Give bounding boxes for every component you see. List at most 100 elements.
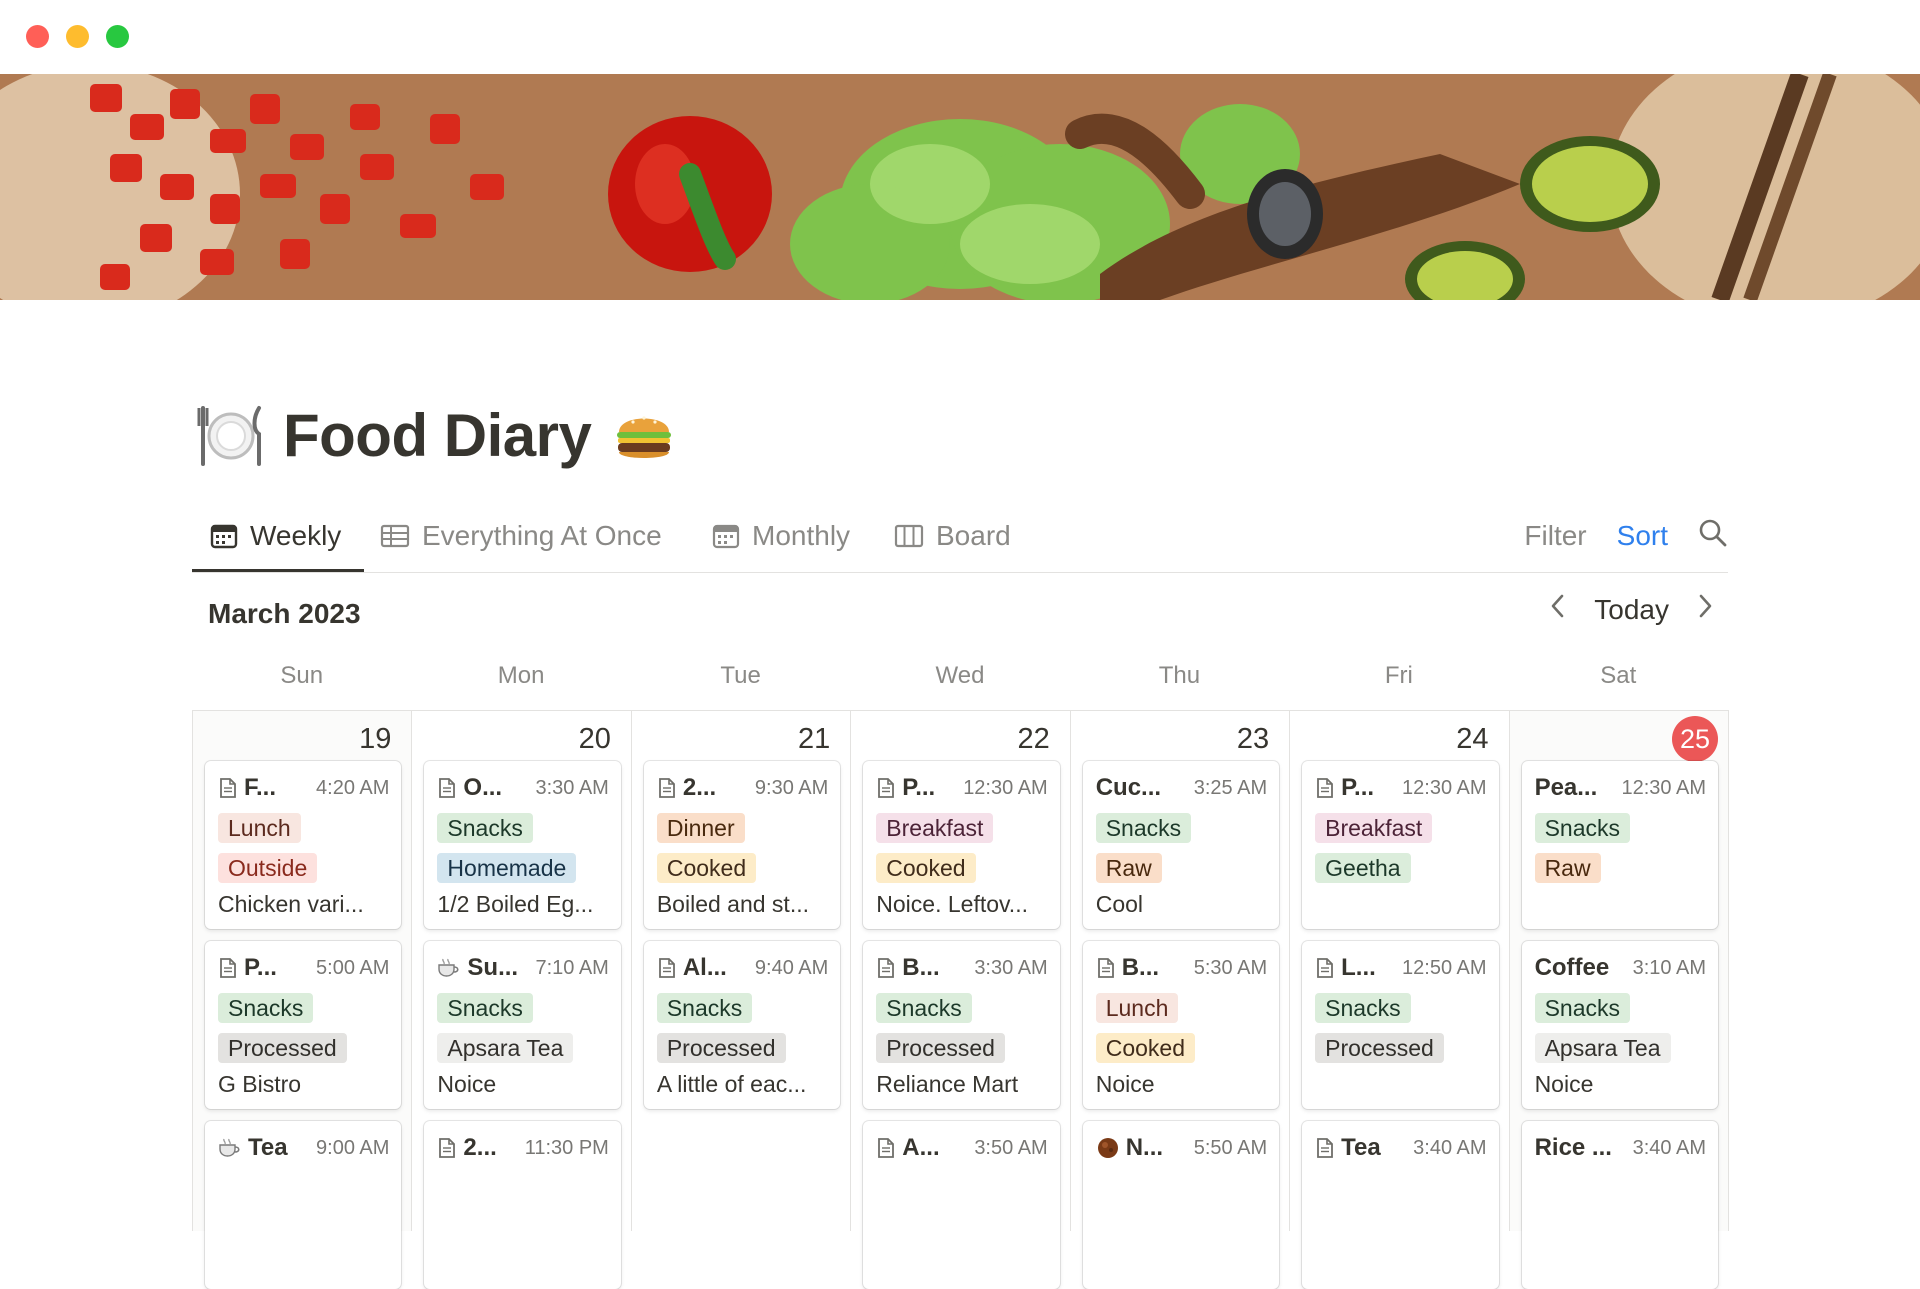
meal-entry-card[interactable]: Tea 9:00 AM xyxy=(205,1121,402,1289)
tag-cooked: Cooked xyxy=(876,853,976,883)
tag-homemade: Homemade xyxy=(437,853,577,883)
chevron-right-icon[interactable] xyxy=(1697,592,1715,627)
entry-time: 9:40 AM xyxy=(754,956,829,979)
tab-monthly[interactable]: Monthly xyxy=(712,506,850,566)
entry-title: 2... xyxy=(437,1134,497,1162)
tag-geetha: Geetha xyxy=(1315,853,1411,883)
meal-entry-card[interactable]: Su... 7:10 AM Snacks Apsara Tea Noice xyxy=(424,941,621,1109)
cover-image[interactable] xyxy=(0,74,1920,300)
tag-outside: Outside xyxy=(218,853,318,883)
meal-entry-card[interactable]: P... 5:00 AM Snacks Processed G Bistro xyxy=(205,941,402,1109)
calendar-day-cell[interactable]: 24 P... 12:30 AM Breakfast Geetha L... 12:50 A… xyxy=(1290,711,1510,1289)
calendar-day-cell[interactable]: 20 O... 3:30 AM Snacks Homemade 1/2 Boiled Eg… xyxy=(412,711,632,1289)
entry-time: 3:50 AM xyxy=(974,1136,1048,1159)
search-icon[interactable] xyxy=(1698,518,1728,555)
entry-time: 5:30 AM xyxy=(1193,956,1268,979)
filter-button[interactable]: Filter xyxy=(1524,520,1586,552)
sort-button[interactable]: Sort xyxy=(1617,520,1668,552)
entry-time: 12:50 AM xyxy=(1402,956,1487,979)
cover-illustration xyxy=(0,74,1920,300)
tag-snacks: Snacks xyxy=(1315,993,1411,1023)
meal-entry-card[interactable]: P... 12:30 AM Breakfast Cooked Noice. Leftov… xyxy=(863,761,1060,929)
weekday-header-row: Sun Mon Tue Wed Thu Fri Sat xyxy=(192,662,1728,690)
entry-title: P... xyxy=(1315,774,1374,802)
tab-board[interactable]: Board xyxy=(894,506,1011,566)
tag-snacks: Snacks xyxy=(876,993,972,1023)
meal-entry-card[interactable]: L... 12:50 AM Snacks Processed xyxy=(1302,941,1499,1109)
page-icon xyxy=(876,957,896,979)
entry-title-text: P... xyxy=(244,954,277,981)
entry-header: Tea 3:40 AM xyxy=(1315,1133,1487,1163)
entry-note: Noice xyxy=(1534,1071,1594,1097)
today-button[interactable]: Today xyxy=(1594,594,1669,626)
calendar-icon xyxy=(210,523,238,549)
tag-raw: Raw xyxy=(1534,853,1601,883)
close-window-button[interactable] xyxy=(26,25,49,48)
meal-entry-card[interactable]: Tea 3:40 AM xyxy=(1302,1121,1499,1289)
calendar-day-cell[interactable]: 22 P... 12:30 AM Breakfast Cooked Noice. Left… xyxy=(851,711,1071,1289)
day-number: 24 xyxy=(1456,723,1489,755)
tab-everything-at-once[interactable]: Everything At Once xyxy=(380,506,662,566)
page-title[interactable]: Food Diary xyxy=(283,401,592,470)
tag-apsara: Apsara Tea xyxy=(437,1033,574,1063)
weekday-label: Sun xyxy=(280,662,324,689)
tag-processed: Processed xyxy=(218,1033,347,1063)
page-icon xyxy=(218,957,238,979)
calendar-day-cell[interactable]: 19 F... 4:20 AM Lunch Outside Chicken vari...… xyxy=(193,711,413,1289)
entry-title-text: Coffee xyxy=(1534,954,1610,981)
tab-label: Everything At Once xyxy=(422,520,662,551)
meal-entry-card[interactable]: P... 12:30 AM Breakfast Geetha xyxy=(1302,761,1499,929)
meal-entry-card[interactable]: Coffee 3:10 AM Snacks Apsara Tea Noice xyxy=(1521,941,1718,1109)
entry-title: 2... xyxy=(657,774,716,802)
meal-entry-card[interactable]: F... 4:20 AM Lunch Outside Chicken vari... xyxy=(205,761,402,929)
calendar-day-cell[interactable]: 21 2... 9:30 AM Dinner Cooked Boiled and st..… xyxy=(631,711,852,1231)
entry-header: Rice ... 3:40 AM xyxy=(1535,1133,1706,1163)
entry-title-text: P... xyxy=(1341,774,1375,801)
active-tab-indicator xyxy=(192,569,364,572)
entry-title: Tea xyxy=(218,1134,288,1162)
burger-icon xyxy=(609,400,679,470)
meal-entry-card[interactable]: Pea... 12:30 AM Snacks Raw xyxy=(1521,761,1718,929)
entry-time: 4:20 AM xyxy=(316,776,390,799)
meal-entry-card[interactable]: Rice ... 3:40 AM xyxy=(1521,1121,1718,1289)
meal-entry-card[interactable]: B... 3:30 AM Snacks Processed Reliance Mart xyxy=(863,941,1060,1109)
meal-entry-card[interactable]: 2... 11:30 PM xyxy=(424,1121,621,1289)
meal-entry-card[interactable]: A... 3:50 AM xyxy=(863,1121,1060,1289)
tag-processed: Processed xyxy=(876,1033,1005,1063)
tag-dinner: Dinner xyxy=(656,813,745,843)
entry-time: 5:00 AM xyxy=(316,956,390,979)
tab-label: Monthly xyxy=(752,520,851,551)
calendar-month-label: March 2023 xyxy=(208,598,361,629)
plate-icon[interactable] xyxy=(195,400,265,470)
day-number: 23 xyxy=(1236,723,1270,755)
page-icon xyxy=(1315,957,1335,979)
zoom-window-button[interactable] xyxy=(106,25,129,48)
meal-entry-card[interactable]: 2... 9:30 AM Dinner Cooked Boiled and st... xyxy=(643,761,841,929)
entry-title: O... xyxy=(437,774,502,802)
chevron-left-icon[interactable] xyxy=(1548,592,1566,627)
tab-weekly[interactable]: Weekly xyxy=(210,506,341,566)
tag-lunch: Lunch xyxy=(1095,993,1179,1023)
meal-entry-card[interactable]: N... 5:50 AM xyxy=(1082,1121,1280,1289)
meal-entry-card[interactable]: Al... 9:40 AM Snacks Processed A little of e… xyxy=(643,941,841,1109)
page-icon xyxy=(437,777,457,799)
tag-apsara: Apsara Tea xyxy=(1534,1033,1671,1063)
page-icon xyxy=(657,957,677,979)
entry-time: 11:30 PM xyxy=(524,1136,609,1159)
calendar-day-cell[interactable]: 23 Cuc... 3:25 AM Snacks Raw Cool B... 5:30 AM L… xyxy=(1070,711,1291,1289)
meal-entry-card[interactable]: Cuc... 3:25 AM Snacks Raw Cool xyxy=(1082,761,1280,929)
meal-entry-card[interactable]: O... 3:30 AM Snacks Homemade 1/2 Boiled Eg..… xyxy=(424,761,621,929)
entry-time: 3:40 AM xyxy=(1413,1136,1487,1159)
meal-entry-card[interactable]: B... 5:30 AM Lunch Cooked Noice xyxy=(1082,941,1280,1109)
minimize-window-button[interactable] xyxy=(66,25,89,48)
weekday-label: Tue xyxy=(720,662,761,689)
entry-time: 3:40 AM xyxy=(1632,1136,1706,1159)
entry-title: Tea xyxy=(1315,1134,1381,1162)
entry-title-text: Cuc... xyxy=(1095,774,1162,801)
view-toolbar: Filter Sort xyxy=(1524,506,1728,566)
day-number: 20 xyxy=(578,723,611,755)
tag-snacks: Snacks xyxy=(437,813,533,843)
entry-note: Noice xyxy=(437,1071,497,1097)
calendar-day-cell[interactable]: 25 Pea... 12:30 AM Snacks Raw Coffee 3:10 AM Sn… xyxy=(1509,711,1729,1289)
entry-note: Boiled and st... xyxy=(656,891,809,917)
